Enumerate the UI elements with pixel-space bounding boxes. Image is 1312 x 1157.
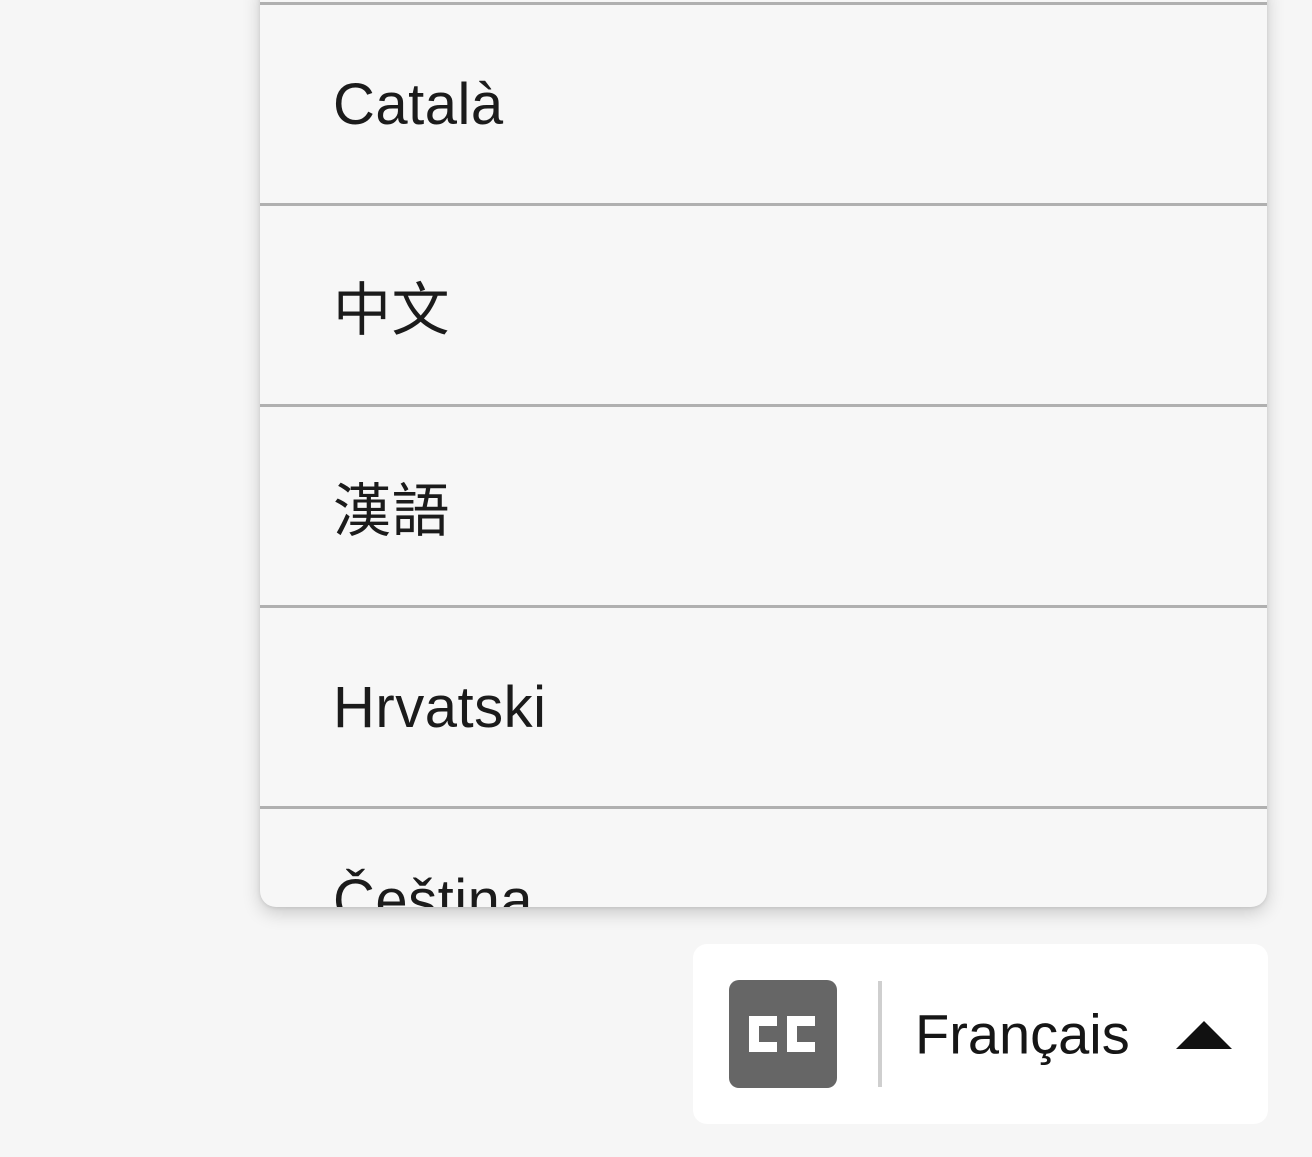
closed-captions-glyph	[749, 1016, 815, 1052]
language-option-chinese-simplified[interactable]: 中文	[260, 206, 1267, 407]
language-option-label: Català	[333, 71, 504, 137]
language-option-label: 漢語	[333, 479, 451, 544]
caption-language-selector-button[interactable]: Français	[693, 944, 1268, 1124]
language-option-label: Hrvatski	[333, 674, 547, 740]
language-option-hrvatski[interactable]: Hrvatski	[260, 608, 1267, 809]
language-option-chinese-traditional[interactable]: 漢語	[260, 407, 1267, 608]
caret-up-icon	[1176, 1021, 1232, 1049]
selected-language-label: Français	[915, 1002, 1130, 1066]
language-option-label: 中文	[333, 278, 451, 343]
language-list: Català 中文 漢語 Hrvatski Čeština	[260, 0, 1267, 907]
closed-captions-icon	[729, 980, 837, 1088]
separator	[878, 981, 882, 1087]
language-option-catala[interactable]: Català	[260, 5, 1267, 206]
language-dropdown-menu: Català 中文 漢語 Hrvatski Čeština	[260, 0, 1267, 907]
language-option-label: Čeština	[333, 868, 534, 907]
language-option-cestina[interactable]: Čeština	[260, 809, 1267, 907]
